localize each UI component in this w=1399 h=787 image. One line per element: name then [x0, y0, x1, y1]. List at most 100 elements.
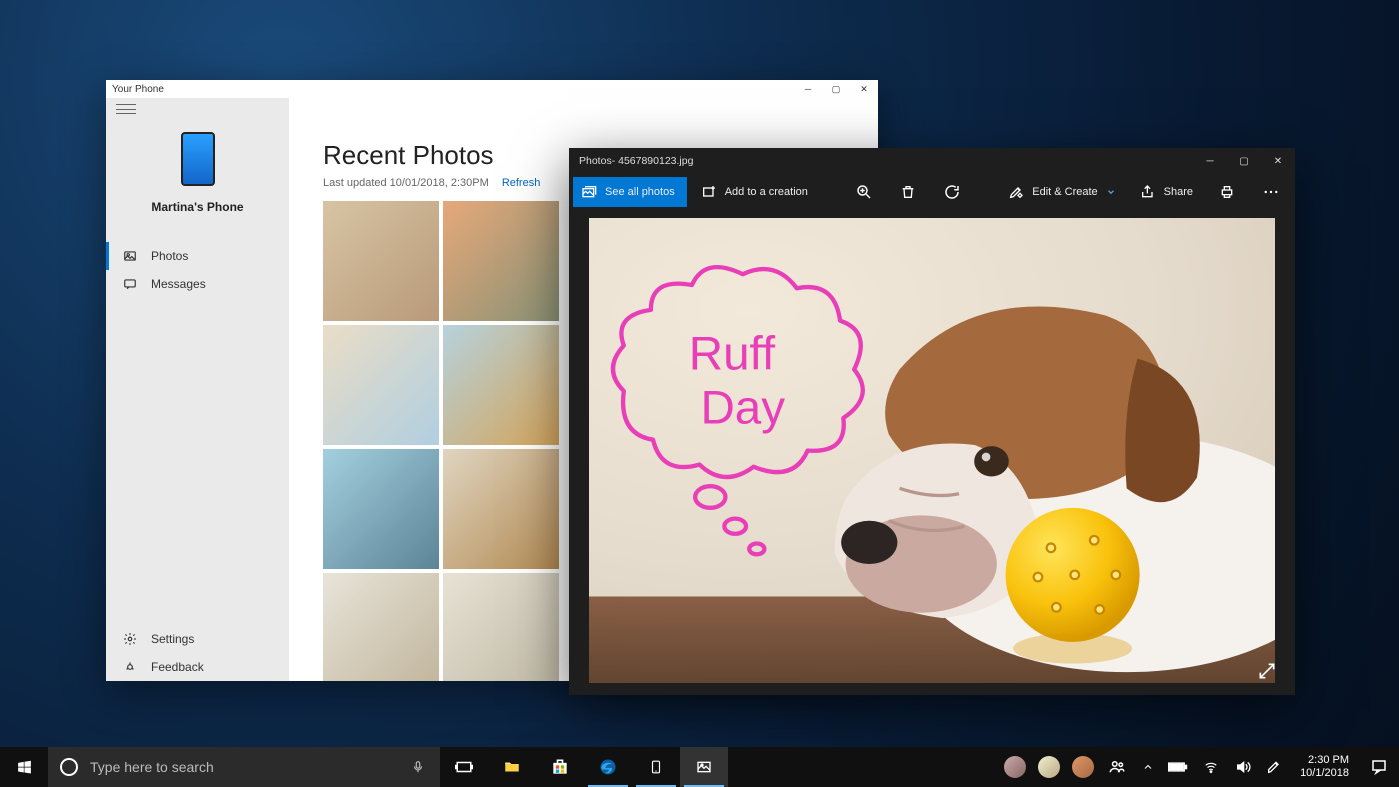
volume-icon[interactable] — [1234, 759, 1252, 775]
ink-workspace-icon[interactable] — [1266, 758, 1282, 776]
edge-icon — [598, 757, 618, 777]
sidebar-item-feedback[interactable]: Feedback — [106, 653, 289, 681]
task-view-button[interactable] — [440, 747, 488, 787]
rotate-icon — [943, 183, 961, 201]
file-explorer-button[interactable] — [488, 747, 536, 787]
photo-viewport[interactable]: Ruff Day — [589, 218, 1275, 683]
photo-thumbnail[interactable] — [323, 325, 439, 445]
system-tray — [1134, 758, 1290, 776]
start-button[interactable] — [0, 747, 48, 787]
close-button[interactable]: ✕ — [850, 80, 878, 98]
action-center-button[interactable] — [1359, 747, 1399, 787]
button-label: Add to a creation — [725, 186, 808, 198]
photo-thumbnail[interactable] — [323, 449, 439, 569]
message-icon — [123, 277, 137, 291]
photo-image: Ruff Day — [589, 218, 1275, 683]
desktop: Your Phone ─ ▢ ✕ Martina's Phone — [0, 0, 1399, 787]
photo-thumbnail[interactable] — [443, 201, 559, 321]
sidebar-item-label: Photos — [151, 249, 188, 263]
maximize-button[interactable]: ▢ — [1227, 148, 1261, 174]
windows-icon — [16, 759, 33, 776]
sidebar-item-label: Messages — [151, 277, 206, 291]
phone-icon — [649, 757, 663, 777]
edit-create-button[interactable]: Edit & Create — [998, 177, 1125, 207]
people-contact-avatar[interactable] — [1004, 756, 1026, 778]
delete-button[interactable] — [888, 177, 928, 207]
more-button[interactable] — [1251, 177, 1291, 207]
add-to-creation-button[interactable]: Add to a creation — [691, 177, 818, 207]
print-icon — [1219, 184, 1235, 200]
button-label: Share — [1164, 186, 1193, 198]
sidebar-item-messages[interactable]: Messages — [106, 270, 289, 298]
microsoft-store-button[interactable] — [536, 747, 584, 787]
more-icon — [1262, 183, 1280, 201]
taskbar: Type here to search — [0, 747, 1399, 787]
store-icon — [550, 757, 570, 777]
fullscreen-icon — [1257, 661, 1277, 681]
phone-name: Martina's Phone — [151, 200, 243, 214]
annotation-line1: Ruff — [689, 327, 776, 380]
photos-titlebar[interactable]: Photos- 4567890123.jpg ─ ▢ ✕ — [569, 148, 1295, 174]
clock-date: 10/1/2018 — [1300, 767, 1349, 780]
taskbar-clock[interactable]: 2:30 PM 10/1/2018 — [1290, 754, 1359, 780]
photos-taskbar-button[interactable] — [680, 747, 728, 787]
maximize-button[interactable]: ▢ — [822, 80, 850, 98]
gear-icon — [123, 632, 137, 646]
creation-icon — [701, 184, 717, 200]
your-phone-sidebar: Martina's Phone Photos Messages — [106, 98, 289, 681]
minimize-button[interactable]: ─ — [1193, 148, 1227, 174]
print-button[interactable] — [1207, 177, 1247, 207]
rotate-button[interactable] — [932, 177, 972, 207]
your-phone-title: Your Phone — [112, 84, 164, 95]
photo-thumbnail[interactable] — [443, 573, 559, 681]
photo-thumbnail[interactable] — [443, 449, 559, 569]
feedback-icon — [123, 660, 137, 674]
photos-toolbar: See all photos Add to a creation — [569, 174, 1295, 210]
hamburger-icon[interactable] — [116, 104, 136, 114]
chevron-down-icon — [1106, 187, 1116, 197]
share-icon — [1140, 184, 1156, 200]
share-button[interactable]: Share — [1130, 177, 1203, 207]
trash-icon — [900, 184, 916, 200]
tray-overflow-icon[interactable] — [1142, 761, 1154, 773]
zoom-button[interactable] — [844, 177, 884, 207]
photo-thumbnail[interactable] — [443, 325, 559, 445]
your-phone-taskbar-button[interactable] — [632, 747, 680, 787]
phone-icon — [181, 132, 215, 186]
sidebar-item-photos[interactable]: Photos — [106, 242, 289, 270]
search-placeholder: Type here to search — [90, 759, 214, 775]
phone-preview: Martina's Phone — [106, 132, 289, 214]
cortana-icon — [60, 758, 78, 776]
minimize-button[interactable]: ─ — [794, 80, 822, 98]
photo-icon — [694, 759, 714, 775]
zoom-icon — [855, 183, 873, 201]
button-label: See all photos — [605, 186, 675, 198]
refresh-link[interactable]: Refresh — [502, 177, 541, 189]
taskbar-search[interactable]: Type here to search — [48, 747, 396, 787]
see-all-photos-button[interactable]: See all photos — [573, 177, 687, 207]
close-button[interactable]: ✕ — [1261, 148, 1295, 174]
last-updated-text: Last updated 10/01/2018, 2:30PM — [323, 177, 489, 189]
people-contact-avatar[interactable] — [1072, 756, 1094, 778]
mic-icon — [411, 758, 425, 776]
fullscreen-button[interactable] — [1255, 659, 1279, 683]
your-phone-titlebar[interactable]: Your Phone ─ ▢ ✕ — [106, 80, 878, 98]
action-center-icon — [1370, 758, 1388, 776]
wifi-icon[interactable] — [1202, 760, 1220, 774]
people-button[interactable] — [1100, 747, 1134, 787]
photos-window: Photos- 4567890123.jpg ─ ▢ ✕ See all pho… — [569, 148, 1295, 695]
photo-thumbnail[interactable] — [323, 201, 439, 321]
people-contact-avatar[interactable] — [1038, 756, 1060, 778]
edge-button[interactable] — [584, 747, 632, 787]
sidebar-item-settings[interactable]: Settings — [106, 625, 289, 653]
edit-icon — [1008, 184, 1024, 200]
collection-icon — [581, 184, 597, 200]
mic-button[interactable] — [396, 747, 440, 787]
sidebar-item-label: Settings — [151, 632, 194, 646]
battery-icon[interactable] — [1168, 761, 1188, 773]
photo-thumbnail[interactable] — [323, 573, 439, 681]
photos-title: Photos- 4567890123.jpg — [579, 155, 693, 167]
annotation-line2: Day — [700, 381, 785, 434]
people-icon — [1107, 758, 1127, 776]
clock-time: 2:30 PM — [1300, 754, 1349, 767]
